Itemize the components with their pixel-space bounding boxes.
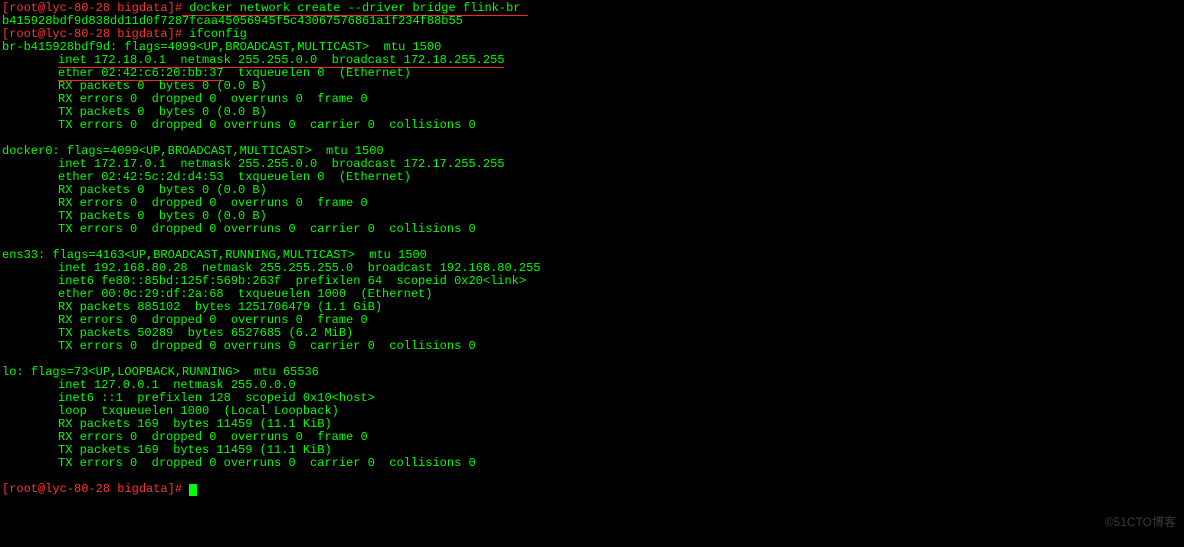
prompt-user-host: [root@lyc-80-28 bigdata] [2, 1, 175, 15]
prompt-hash: # [175, 1, 182, 15]
command-input-empty[interactable] [182, 482, 189, 496]
command-ifconfig[interactable]: ifconfig [182, 27, 247, 41]
prompt-line-3[interactable]: [root@lyc-80-28 bigdata]# [2, 483, 1182, 496]
prompt-hash: # [175, 482, 182, 496]
iface-lo-tx-errors: TX errors 0 dropped 0 overruns 0 carrier… [58, 457, 1182, 470]
watermark-text: ©51CTO博客 [1105, 516, 1176, 529]
prompt-user-host: [root@lyc-80-28 bigdata] [2, 27, 175, 41]
prompt-user-host: [root@lyc-80-28 bigdata] [2, 482, 175, 496]
prompt-hash: # [175, 27, 182, 41]
terminal-output: [root@lyc-80-28 bigdata]# docker network… [2, 2, 1182, 496]
cursor-icon [189, 484, 197, 496]
iface-br-tx-errors: TX errors 0 dropped 0 overruns 0 carrier… [58, 119, 1182, 132]
iface-ens33-tx-errors: TX errors 0 dropped 0 overruns 0 carrier… [58, 340, 1182, 353]
iface-docker0-tx-errors: TX errors 0 dropped 0 overruns 0 carrier… [58, 223, 1182, 236]
